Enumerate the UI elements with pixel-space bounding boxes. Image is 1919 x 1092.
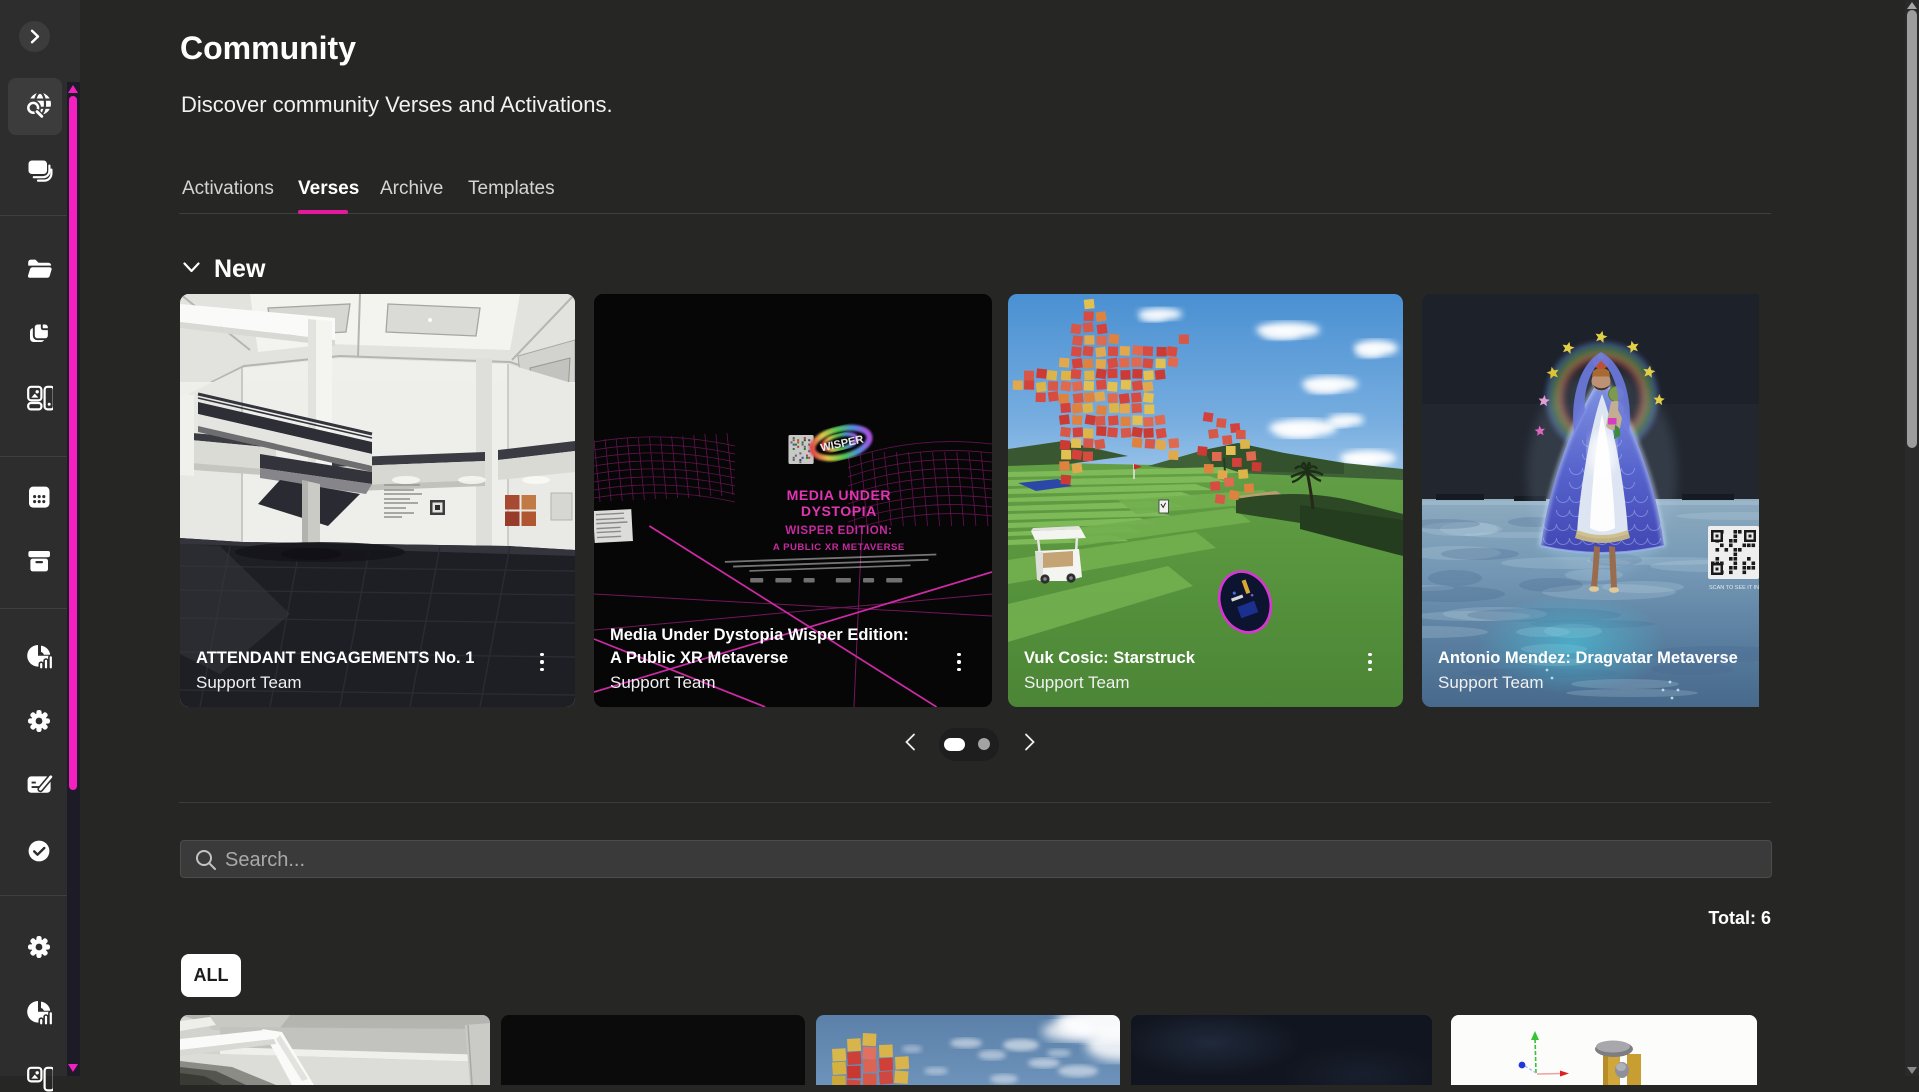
- svg-text:SCAN TO SEE IT IN A: SCAN TO SEE IT IN A: [1709, 585, 1759, 591]
- svg-text:WISPER EDITION:: WISPER EDITION:: [785, 525, 892, 537]
- svg-text:DYSTOPIA: DYSTOPIA: [801, 503, 877, 519]
- svg-text:MEDIA UNDER: MEDIA UNDER: [787, 487, 892, 503]
- svg-text:A PUBLIC XR METAVERSE: A PUBLIC XR METAVERSE: [773, 542, 905, 553]
